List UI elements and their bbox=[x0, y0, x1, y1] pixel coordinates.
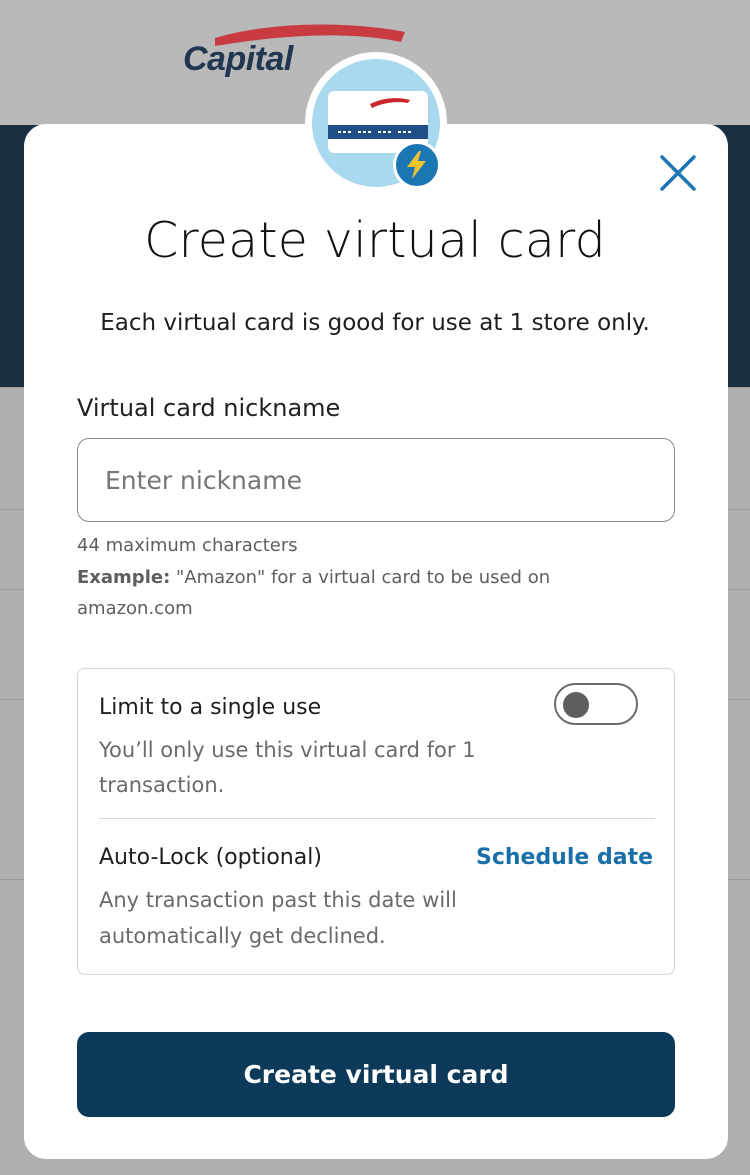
create-virtual-card-button[interactable]: Create virtual card bbox=[77, 1032, 675, 1117]
toggle-knob bbox=[563, 692, 589, 718]
single-use-title: Limit to a single use bbox=[99, 695, 322, 720]
options-divider bbox=[99, 818, 655, 819]
close-icon bbox=[660, 155, 696, 191]
single-use-toggle[interactable] bbox=[554, 683, 638, 725]
close-button[interactable] bbox=[655, 150, 701, 196]
max-characters-hint: 44 maximum characters bbox=[77, 535, 298, 556]
auto-lock-description-line2: automatically get declined. bbox=[99, 924, 386, 948]
auto-lock-title: Auto-Lock (optional) bbox=[99, 845, 322, 870]
example-hint-continued: amazon.com bbox=[77, 598, 193, 619]
modal-subtitle: Each virtual card is good for use at 1 s… bbox=[100, 310, 650, 336]
lightning-bolt-icon bbox=[393, 141, 441, 189]
example-hint: Example: "Amazon" for a virtual card to … bbox=[77, 567, 550, 588]
create-virtual-card-modal bbox=[24, 124, 728, 1159]
modal-title: Create virtual card bbox=[144, 212, 606, 269]
example-label: Example: bbox=[77, 567, 171, 588]
schedule-date-link[interactable]: Schedule date bbox=[476, 845, 653, 870]
example-text: "Amazon" for a virtual card to be used o… bbox=[170, 567, 551, 588]
nickname-input[interactable] bbox=[77, 438, 675, 522]
single-use-description-line1: You’ll only use this virtual card for 1 bbox=[99, 738, 476, 762]
nickname-label: Virtual card nickname bbox=[77, 394, 341, 422]
single-use-description-line2: transaction. bbox=[99, 773, 225, 797]
auto-lock-description-line1: Any transaction past this date will bbox=[99, 888, 457, 912]
